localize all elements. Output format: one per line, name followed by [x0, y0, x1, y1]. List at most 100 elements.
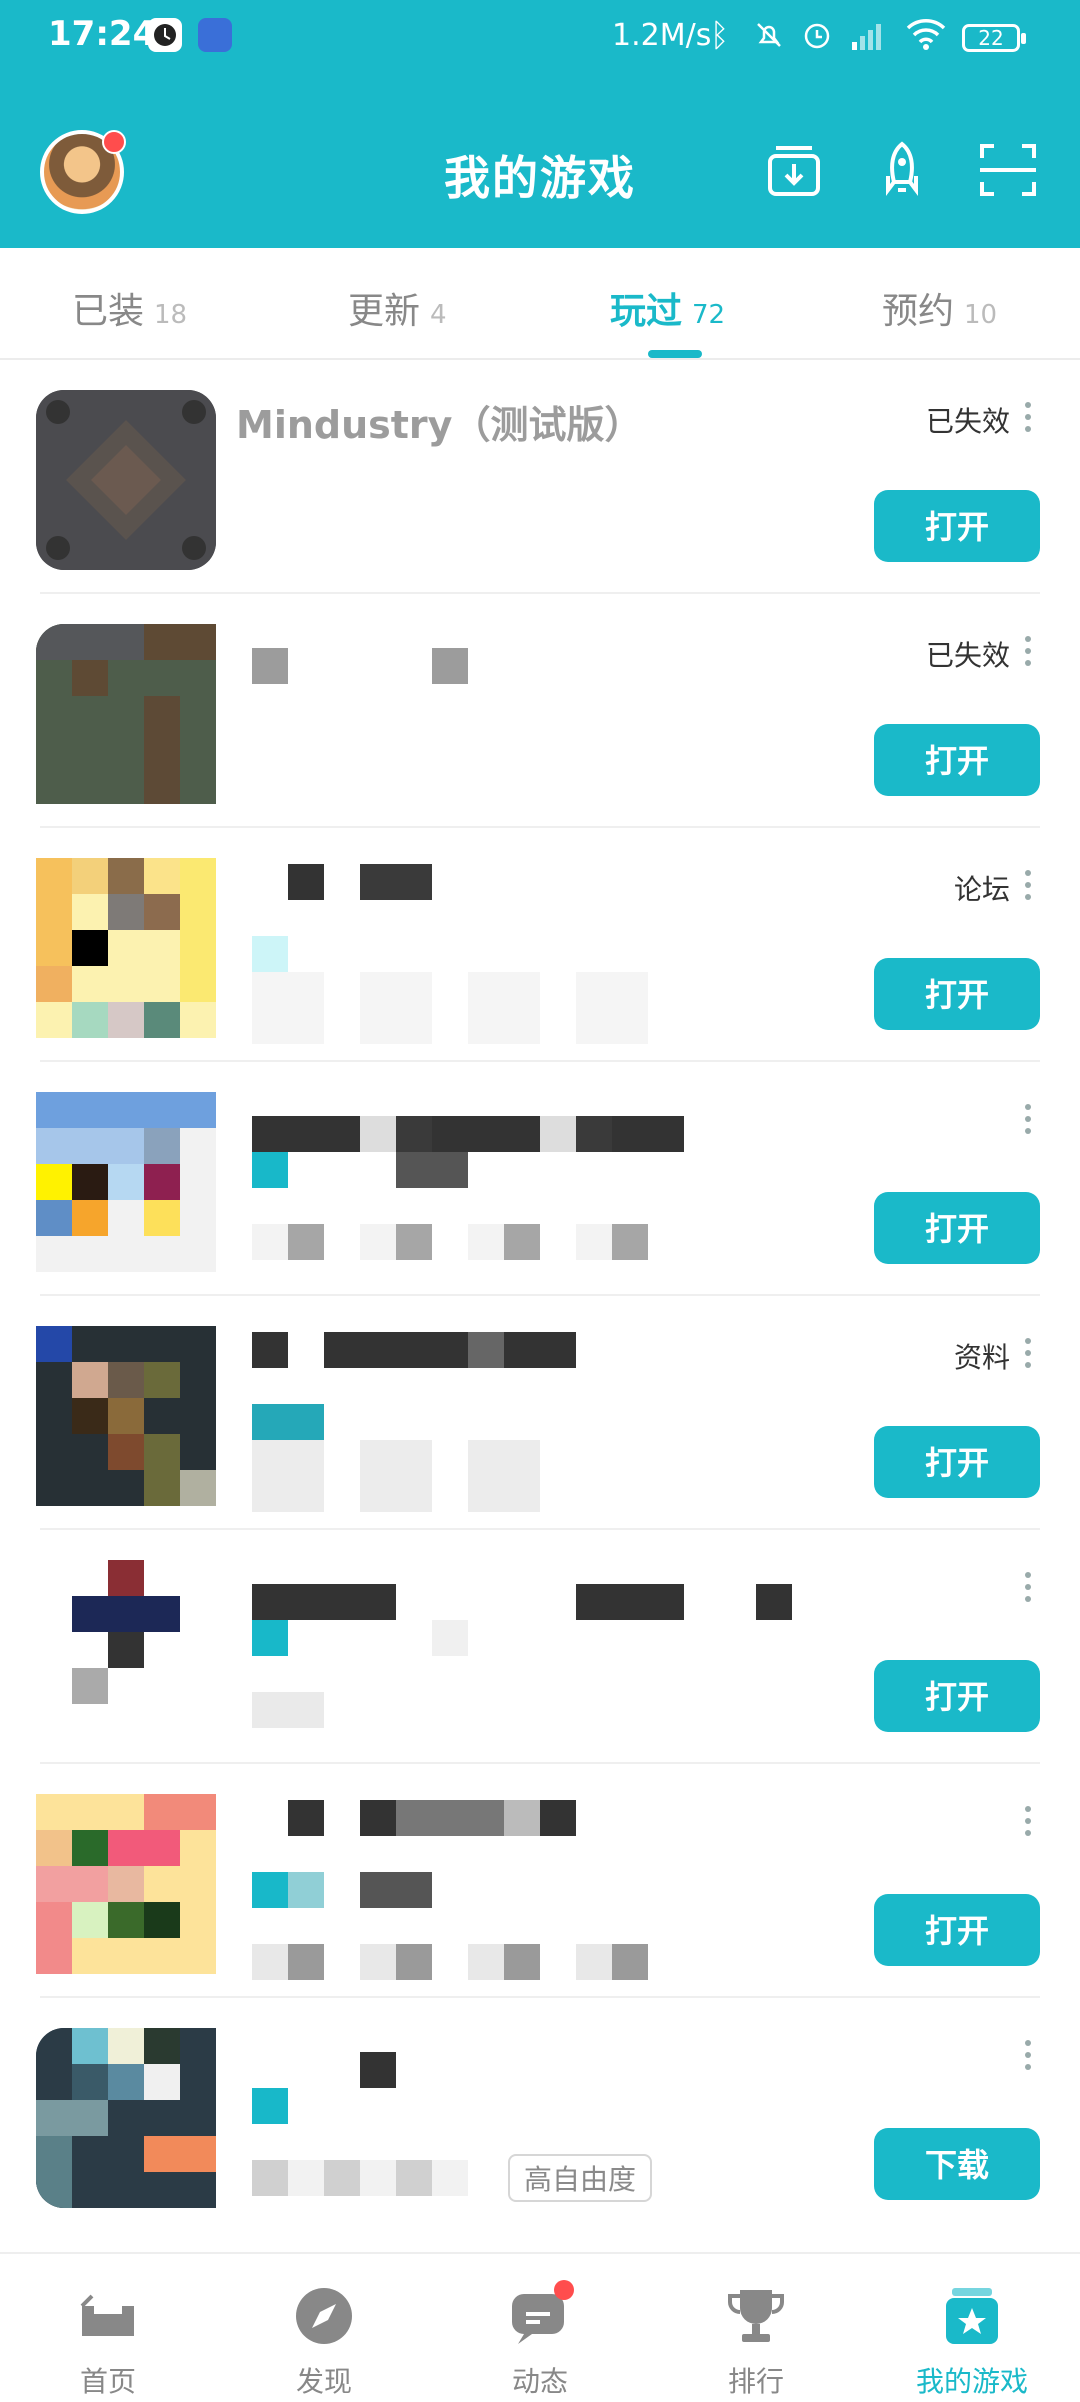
- tab-updates[interactable]: 更新 4: [348, 282, 447, 334]
- status-time: 17:24: [48, 14, 157, 54]
- game-row[interactable]: 打开: [0, 1764, 1080, 1998]
- blurred-tags: [252, 1440, 540, 1512]
- blurred-title: [576, 1584, 684, 1620]
- blurred-title: [288, 1800, 324, 1836]
- download-icon[interactable]: [762, 138, 826, 202]
- game-row[interactable]: 打开: [0, 1062, 1080, 1296]
- blurred-title: [432, 648, 468, 684]
- nav-label: 排行: [727, 2365, 784, 2398]
- nav-label: 发现: [295, 2365, 352, 2398]
- download-button[interactable]: 下载: [874, 2128, 1040, 2200]
- trophy-icon: [724, 2284, 788, 2348]
- nav-label: 首页: [79, 2365, 136, 2398]
- tab-count: 4: [430, 300, 447, 330]
- game-icon: [36, 858, 216, 1038]
- game-status: 论坛: [953, 873, 1010, 906]
- assistant-app-icon: [198, 18, 232, 52]
- game-status: 已失效: [925, 405, 1010, 438]
- game-icon: [36, 390, 216, 570]
- open-button[interactable]: 打开: [874, 490, 1040, 562]
- tab-bar: 已装 18 更新 4 玩过 72 预约 10: [0, 248, 1080, 360]
- nav-label: 动态: [511, 2365, 568, 2398]
- blurred-title: [252, 1332, 576, 1368]
- open-button[interactable]: 打开: [874, 724, 1040, 796]
- scan-icon[interactable]: [976, 138, 1040, 202]
- app-header: 17:24 1.2M/s ᛒ 22 我的游戏: [0, 0, 1080, 248]
- blurred-tag: [252, 1620, 288, 1656]
- network-speed: 1.2M/s: [612, 18, 712, 53]
- game-name: Mindustry（测试版）: [236, 403, 643, 447]
- tab-count: 72: [692, 300, 726, 330]
- more-options-icon[interactable]: [1018, 2034, 1038, 2084]
- tab-played[interactable]: 玩过 72: [610, 282, 725, 334]
- blurred-title: [252, 648, 288, 684]
- more-options-icon[interactable]: [1018, 630, 1038, 680]
- tab-label: 更新: [348, 291, 421, 332]
- game-icon: [36, 2028, 216, 2208]
- game-row[interactable]: 已失效 打开: [0, 594, 1080, 828]
- blurred-title: [360, 2052, 396, 2088]
- signal-icon: [848, 18, 888, 56]
- game-icon: [36, 624, 216, 804]
- blurred-tags: [252, 1692, 324, 1728]
- open-button[interactable]: 打开: [874, 1192, 1040, 1264]
- blurred-title: [360, 1800, 576, 1836]
- more-options-icon[interactable]: [1018, 1098, 1038, 1148]
- tab-label: 预约: [882, 291, 955, 332]
- more-options-icon[interactable]: [1018, 396, 1038, 446]
- game-icon: [36, 1560, 216, 1740]
- rocket-icon[interactable]: [870, 138, 934, 202]
- nav-home[interactable]: 首页: [38, 2258, 178, 2398]
- blurred-tag: [252, 2088, 288, 2124]
- active-tab-indicator: [648, 350, 702, 358]
- game-row[interactable]: 打开: [0, 1530, 1080, 1764]
- blurred-tags: [252, 1944, 648, 1980]
- nav-discover[interactable]: 发现: [254, 2258, 394, 2398]
- nav-label: 我的游戏: [915, 2365, 1028, 2398]
- tab-installed[interactable]: 已装 18: [72, 282, 187, 334]
- more-options-icon[interactable]: [1018, 1566, 1038, 1616]
- blurred-tag: [252, 1872, 324, 1908]
- more-options-icon[interactable]: [1018, 1332, 1038, 1382]
- blurred-tag: [252, 1404, 324, 1440]
- more-options-icon[interactable]: [1018, 1800, 1038, 1850]
- open-button[interactable]: 打开: [874, 1894, 1040, 1966]
- tab-label: 已装: [72, 291, 145, 332]
- compass-icon: [292, 2284, 356, 2348]
- tab-reserved[interactable]: 预约 10: [882, 282, 997, 334]
- status-bar: 17:24 1.2M/s ᛒ 22: [0, 0, 1080, 76]
- tab-count: 18: [154, 300, 188, 330]
- blurred-tags: [252, 2160, 468, 2196]
- blurred-tag: [432, 1620, 468, 1656]
- blurred-title: [252, 1584, 396, 1620]
- open-button[interactable]: 打开: [874, 1426, 1040, 1498]
- wifi-icon: [904, 16, 948, 56]
- blurred-tag: [396, 1152, 468, 1188]
- blurred-tag: [252, 936, 288, 972]
- game-icon: [36, 1326, 216, 1506]
- open-button[interactable]: 打开: [874, 958, 1040, 1030]
- game-row[interactable]: 论坛 打开: [0, 828, 1080, 1062]
- feed-badge: [554, 2280, 574, 2300]
- battery-indicator: 22: [962, 24, 1026, 52]
- home-icon: [76, 2284, 140, 2348]
- blurred-tag: [252, 1152, 288, 1188]
- mute-icon: [752, 18, 786, 56]
- blurred-tags: [252, 1224, 648, 1260]
- game-box-icon: [940, 2284, 1004, 2348]
- game-row[interactable]: 资料 打开: [0, 1296, 1080, 1530]
- blurred-title: [360, 864, 432, 900]
- game-status: 已失效: [925, 639, 1010, 672]
- more-options-icon[interactable]: [1018, 864, 1038, 914]
- nav-rank[interactable]: 排行: [686, 2258, 826, 2398]
- game-row[interactable]: Mindustry（测试版） 已失效 打开: [0, 360, 1080, 594]
- bluetooth-icon: ᛒ: [710, 16, 730, 54]
- nav-feed[interactable]: 动态: [470, 2258, 610, 2398]
- blurred-title: [756, 1584, 792, 1620]
- blurred-tag: [360, 1872, 432, 1908]
- open-button[interactable]: 打开: [874, 1660, 1040, 1732]
- nav-my-games[interactable]: 我的游戏: [902, 2258, 1042, 2398]
- blurred-title: [252, 1116, 684, 1152]
- game-icon: [36, 1794, 216, 1974]
- alarm-icon: [800, 18, 834, 56]
